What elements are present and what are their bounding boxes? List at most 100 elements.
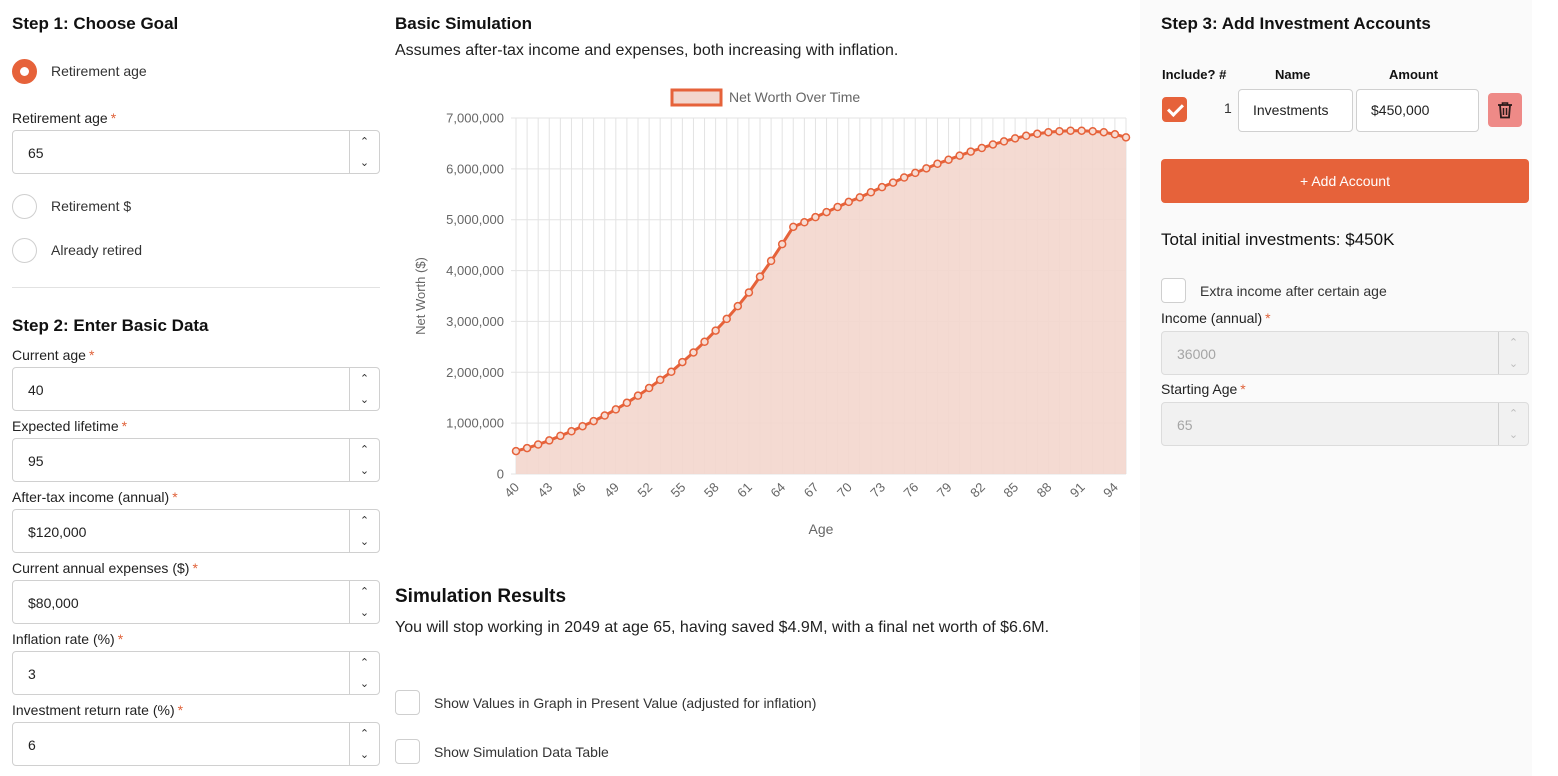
net-worth-chart: 0 1,000,000 2,000,000 3,000,000 4,000,000 5,0… xyxy=(395,80,1135,550)
radio-button[interactable] xyxy=(12,237,37,263)
number-stepper[interactable]: ⌃ ⌄ xyxy=(349,131,379,173)
current-age-input[interactable]: 40 ⌃ ⌄ xyxy=(12,367,380,411)
data-point xyxy=(667,367,676,377)
chevron-up-icon[interactable]: ⌃ xyxy=(350,131,379,152)
number-stepper[interactable]: ⌃ ⌄ xyxy=(1498,403,1528,445)
chevron-down-icon[interactable]: ⌄ xyxy=(350,602,379,623)
radio-button[interactable] xyxy=(12,58,37,84)
data-point xyxy=(578,421,587,431)
step2-title: Step 2: Enter Basic Data xyxy=(12,316,209,335)
data-point xyxy=(877,182,887,192)
data-point xyxy=(955,151,964,160)
number-stepper[interactable]: ⌃ ⌄ xyxy=(349,652,379,694)
extra-income-label: Extra income after certain age xyxy=(1200,282,1387,299)
starting-age-input[interactable]: 65 ⌃ ⌄ xyxy=(1161,402,1529,446)
data-point xyxy=(977,143,987,153)
chevron-down-icon[interactable]: ⌄ xyxy=(350,744,379,765)
goal-option-label: Retirement $ xyxy=(51,198,132,214)
x-tick-label: 94 xyxy=(1100,480,1121,501)
goal-option-label: Retirement age xyxy=(51,63,147,79)
number-stepper[interactable]: ⌃ ⌄ xyxy=(349,368,379,410)
x-tick-label: 82 xyxy=(967,480,988,501)
present-value-option[interactable]: Show Values in Graph in Present Value (a… xyxy=(395,690,816,715)
annual-expenses-label: Current annual expenses ($) * xyxy=(12,560,198,576)
step1-title: Step 1: Choose Goal xyxy=(12,14,179,33)
x-tick-label: 73 xyxy=(867,480,888,501)
number-stepper[interactable]: ⌃ ⌄ xyxy=(349,723,379,765)
data-point xyxy=(755,272,765,281)
data-point xyxy=(966,147,975,156)
chevron-up-icon[interactable]: ⌃ xyxy=(350,439,379,460)
data-point xyxy=(999,137,1009,146)
chevron-down-icon[interactable]: ⌄ xyxy=(1499,353,1528,374)
goal-option-retirement-dollars[interactable]: Retirement $ xyxy=(12,193,131,219)
checkbox[interactable] xyxy=(395,739,420,764)
chevron-up-icon[interactable]: ⌃ xyxy=(350,368,379,389)
data-point xyxy=(522,443,532,453)
chevron-down-icon[interactable]: ⌄ xyxy=(350,673,379,694)
add-account-button[interactable]: + Add Account xyxy=(1161,159,1529,203)
chevron-up-icon[interactable]: ⌃ xyxy=(350,652,379,673)
x-tick-label: 52 xyxy=(634,480,655,501)
include-account-checkbox[interactable] xyxy=(1162,97,1187,122)
data-point xyxy=(678,357,687,367)
input-value: $120,000 xyxy=(28,524,87,540)
chevron-up-icon[interactable]: ⌃ xyxy=(350,510,379,531)
after-tax-income-input[interactable]: $120,000 ⌃ ⌄ xyxy=(12,509,380,553)
data-table-label: Show Simulation Data Table xyxy=(434,743,609,760)
account-name-input[interactable]: Investments xyxy=(1238,89,1353,132)
chevron-down-icon[interactable]: ⌄ xyxy=(350,152,379,173)
starting-age-label: Starting Age * xyxy=(1161,381,1246,397)
goal-option-retirement-age[interactable]: Retirement age xyxy=(12,58,147,84)
number-stepper[interactable]: ⌃ ⌄ xyxy=(349,439,379,481)
data-point xyxy=(844,197,853,207)
delete-account-button[interactable] xyxy=(1488,93,1522,127)
data-point xyxy=(800,218,809,227)
chevron-down-icon[interactable]: ⌄ xyxy=(1499,424,1528,445)
data-point xyxy=(811,212,820,222)
input-value: 65 xyxy=(28,145,44,161)
input-value: 40 xyxy=(28,382,44,398)
y-tick-label: 7,000,000 xyxy=(446,111,504,126)
chevron-down-icon[interactable]: ⌄ xyxy=(350,460,379,481)
data-point xyxy=(1033,129,1042,139)
chevron-down-icon[interactable]: ⌄ xyxy=(350,389,379,410)
data-point xyxy=(700,337,709,347)
x-tick-label: 88 xyxy=(1034,480,1055,501)
chevron-down-icon[interactable]: ⌄ xyxy=(350,531,379,552)
number-stepper[interactable]: ⌃ ⌄ xyxy=(349,581,379,623)
data-point xyxy=(622,398,632,408)
chevron-up-icon[interactable]: ⌃ xyxy=(350,581,379,602)
expected-lifetime-label: Expected lifetime * xyxy=(12,418,128,434)
extra-income-amount-input[interactable]: 36000 ⌃ ⌄ xyxy=(1161,331,1529,375)
data-point xyxy=(789,222,798,232)
chevron-up-icon[interactable]: ⌃ xyxy=(1499,332,1528,353)
number-stepper[interactable]: ⌃ ⌄ xyxy=(1498,332,1528,374)
goal-option-already-retired[interactable]: Already retired xyxy=(12,237,142,263)
data-point xyxy=(600,411,609,420)
number-stepper[interactable]: ⌃ ⌄ xyxy=(349,510,379,552)
investment-return-label: Investment return rate (%) * xyxy=(12,702,184,718)
account-amount-input[interactable]: $450,000 xyxy=(1356,89,1479,132)
chevron-up-icon[interactable]: ⌃ xyxy=(350,723,379,744)
checkbox[interactable] xyxy=(395,690,420,715)
inflation-rate-input[interactable]: 3 ⌃ ⌄ xyxy=(12,651,380,695)
extra-income-option[interactable]: Extra income after certain age xyxy=(1161,278,1387,303)
data-point xyxy=(1044,127,1053,137)
data-point xyxy=(545,436,554,445)
chevron-up-icon[interactable]: ⌃ xyxy=(1499,403,1528,424)
y-tick-label: 6,000,000 xyxy=(446,161,504,176)
radio-button[interactable] xyxy=(12,193,37,219)
data-point xyxy=(833,202,842,212)
x-tick-label: 91 xyxy=(1067,480,1088,501)
investment-return-input[interactable]: 6 ⌃ ⌄ xyxy=(12,722,380,766)
retirement-age-input[interactable]: 65 ⌃ ⌄ xyxy=(12,130,380,174)
y-tick-label: 1,000,000 xyxy=(446,416,504,431)
checkbox[interactable] xyxy=(1161,278,1186,303)
expected-lifetime-input[interactable]: 95 ⌃ ⌄ xyxy=(12,438,380,482)
x-tick-label: 64 xyxy=(767,480,788,501)
chart-svg: 0 1,000,000 2,000,000 3,000,000 4,000,000 5,0… xyxy=(413,88,1131,537)
data-table-option[interactable]: Show Simulation Data Table xyxy=(395,739,609,764)
annual-expenses-input[interactable]: $80,000 ⌃ ⌄ xyxy=(12,580,380,624)
data-point xyxy=(633,391,643,400)
